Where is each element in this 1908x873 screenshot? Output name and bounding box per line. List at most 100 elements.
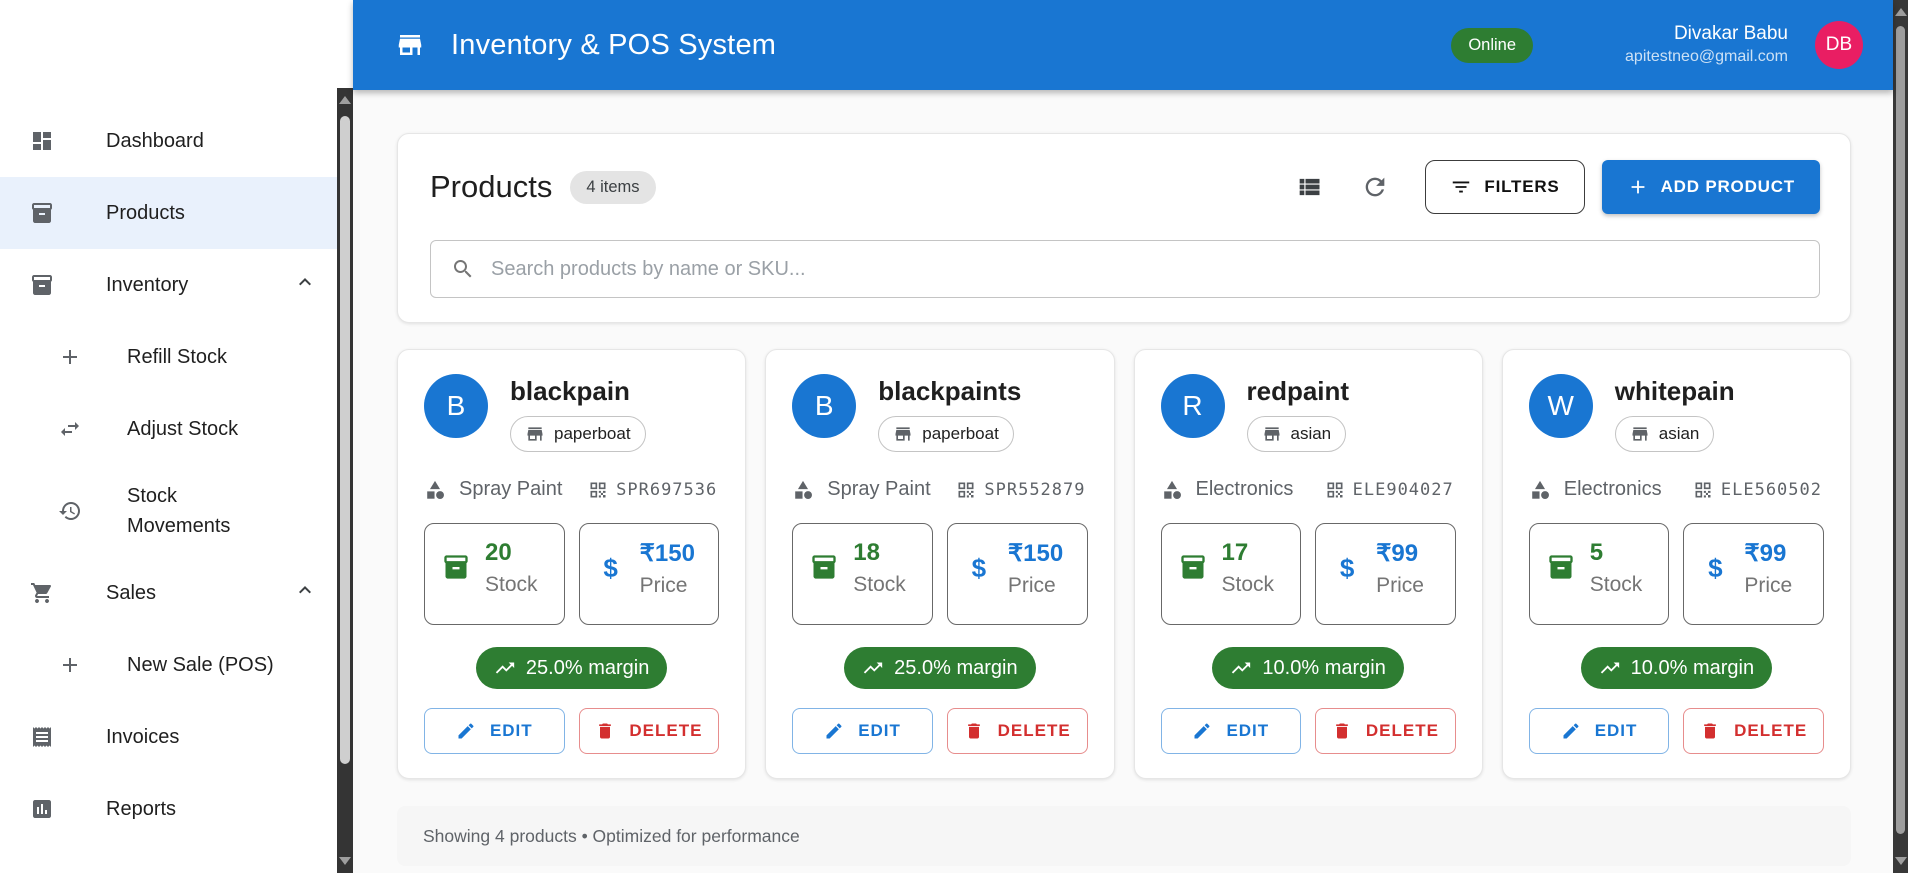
sidebar-scrollbar[interactable] <box>337 88 353 873</box>
scroll-up-arrow-icon[interactable] <box>1894 8 1907 16</box>
product-card-header: W whitepain asian <box>1528 374 1824 452</box>
results-summary-bar: Showing 4 products • Optimized for perfo… <box>397 806 1851 866</box>
store-icon <box>1264 427 1279 441</box>
search-input[interactable] <box>491 257 1803 281</box>
sidebar-item-label: Inventory <box>106 273 189 296</box>
products-toolbar-card: Products 4 items FILTERS ADD PRODUCT <box>397 133 1851 323</box>
products-toolbar-row: Products 4 items FILTERS ADD PRODUCT <box>430 160 1820 214</box>
product-name: blackpaints <box>878 376 1022 406</box>
scroll-up-arrow-icon[interactable] <box>339 96 351 104</box>
trash-icon <box>599 723 612 739</box>
user-info: Divakar Babu apitestneo@gmail.com <box>1625 22 1788 67</box>
list-view-icon[interactable] <box>1295 173 1323 201</box>
scroll-down-arrow-icon[interactable] <box>339 857 351 865</box>
items-count-badge: 4 items <box>570 170 656 204</box>
dollar-icon: $ <box>1339 553 1355 583</box>
stock-value: 18 <box>853 539 880 566</box>
stock-value: 20 <box>485 539 512 566</box>
sidebar-item-label: Stock Movements <box>127 485 231 537</box>
delete-button[interactable]: DELETE <box>578 708 720 754</box>
edit-button[interactable]: EDIT <box>424 708 565 754</box>
product-stats: 20 Stock $ ₹150 Price <box>424 523 720 625</box>
brand-chip-label: paperboat <box>922 424 999 443</box>
brand-chip: paperboat <box>878 416 1014 452</box>
sidebar-item-label: Products <box>106 201 185 224</box>
history-icon <box>59 502 80 520</box>
refresh-icon[interactable] <box>1361 173 1389 201</box>
sidebar-item-new-sale-pos[interactable]: New Sale (POS) <box>0 629 337 701</box>
edit-button-label: EDIT <box>489 721 533 740</box>
filters-button[interactable]: FILTERS <box>1425 160 1585 214</box>
sidebar: Dashboard Products Inventory Refill Stoc… <box>0 0 337 873</box>
product-avatar: B <box>424 374 488 438</box>
sidebar-item-products[interactable]: Products <box>0 177 337 249</box>
dollar-icon: $ <box>603 553 618 583</box>
toolbar-actions: FILTERS ADD PRODUCT <box>1295 160 1820 214</box>
sidebar-item-label: Reports <box>106 797 177 820</box>
edit-button[interactable]: EDIT <box>792 708 933 754</box>
price-label: Price <box>639 574 688 597</box>
product-stats: 17 Stock $ ₹99 Price <box>1160 523 1456 625</box>
chevron-up-icon <box>293 578 317 608</box>
delete-button-label: DELETE <box>1365 721 1439 740</box>
delete-button[interactable]: DELETE <box>946 708 1088 754</box>
search-bar <box>430 240 1820 298</box>
sidebar-item-refill-stock[interactable]: Refill Stock <box>0 321 337 393</box>
cart-icon <box>31 583 51 603</box>
price-value: ₹99 <box>1376 540 1419 567</box>
sidebar-item-inventory[interactable]: Inventory <box>0 249 337 321</box>
sidebar-scrollbar-thumb[interactable] <box>340 116 350 764</box>
sidebar-item-sales[interactable]: Sales <box>0 557 337 629</box>
delete-button[interactable]: DELETE <box>1683 708 1824 754</box>
edit-button-label: EDIT <box>1594 721 1638 740</box>
product-avatar: W <box>1528 374 1593 438</box>
sidebar-item-label: Dashboard <box>106 129 204 152</box>
sidebar-item-invoices[interactable]: Invoices <box>0 701 337 773</box>
sidebar-item-adjust-stock[interactable]: Adjust Stock <box>0 393 337 465</box>
edit-button[interactable]: EDIT <box>1528 708 1670 754</box>
margin-badge-label: 25.0% margin <box>525 656 650 679</box>
product-sku: ELE904027 <box>1352 479 1454 500</box>
margin-badge: 10.0% margin <box>1580 647 1773 689</box>
sidebar-item-reports[interactable]: Reports <box>0 773 337 845</box>
trending-up-icon <box>495 662 515 674</box>
stock-label: Stock <box>485 573 538 596</box>
add-product-button-label: ADD PRODUCT <box>1660 177 1795 196</box>
price-stat-box: $ ₹150 Price <box>578 523 720 625</box>
margin-badge-label: 25.0% margin <box>894 656 1018 679</box>
receipt-icon <box>33 727 51 747</box>
app-header: Inventory & POS System Online Divakar Ba… <box>353 0 1893 90</box>
store-icon <box>398 35 422 55</box>
stock-stat-box: 5 Stock <box>1528 523 1670 625</box>
price-value: ₹150 <box>1007 540 1064 567</box>
category-icon <box>1163 480 1181 499</box>
brand-chip-label: asian <box>1658 424 1700 443</box>
avatar[interactable]: DB <box>1815 21 1863 69</box>
delete-button[interactable]: DELETE <box>1315 708 1456 754</box>
results-summary-text: Showing 4 products • Optimized for perfo… <box>423 825 800 846</box>
product-avatar: B <box>792 374 857 438</box>
plus-icon <box>63 350 77 364</box>
user-name: Divakar Babu <box>1673 23 1788 45</box>
page-scrollbar[interactable] <box>1893 0 1908 873</box>
scroll-down-arrow-icon[interactable] <box>1894 857 1907 865</box>
edit-button[interactable]: EDIT <box>1160 708 1302 754</box>
price-label: Price <box>1376 574 1424 597</box>
qr-code-icon <box>1695 482 1711 497</box>
trash-icon <box>1336 723 1348 739</box>
product-category: Electronics <box>1195 478 1294 500</box>
edit-button-label: EDIT <box>1226 721 1270 740</box>
plus-icon <box>63 658 77 672</box>
main-content: Products 4 items FILTERS ADD PRODUCT Sea… <box>353 90 1893 873</box>
stock-label: Stock <box>853 573 906 596</box>
sidebar-item-label: Adjust Stock <box>127 418 239 440</box>
sidebar-item-stock-movements[interactable]: Stock Movements <box>0 465 337 557</box>
price-label: Price <box>1007 574 1056 597</box>
sidebar-item-dashboard[interactable]: Dashboard <box>0 105 337 177</box>
stock-value: 17 <box>1221 539 1249 566</box>
add-product-button[interactable]: ADD PRODUCT <box>1601 160 1820 214</box>
page-scrollbar-thumb[interactable] <box>1896 26 1905 834</box>
products-grid: B blackpain paperboat Spray Paint SPR697… <box>397 349 1851 779</box>
margin-badge: 25.0% margin <box>475 647 668 689</box>
inventory-box-icon <box>32 203 52 223</box>
